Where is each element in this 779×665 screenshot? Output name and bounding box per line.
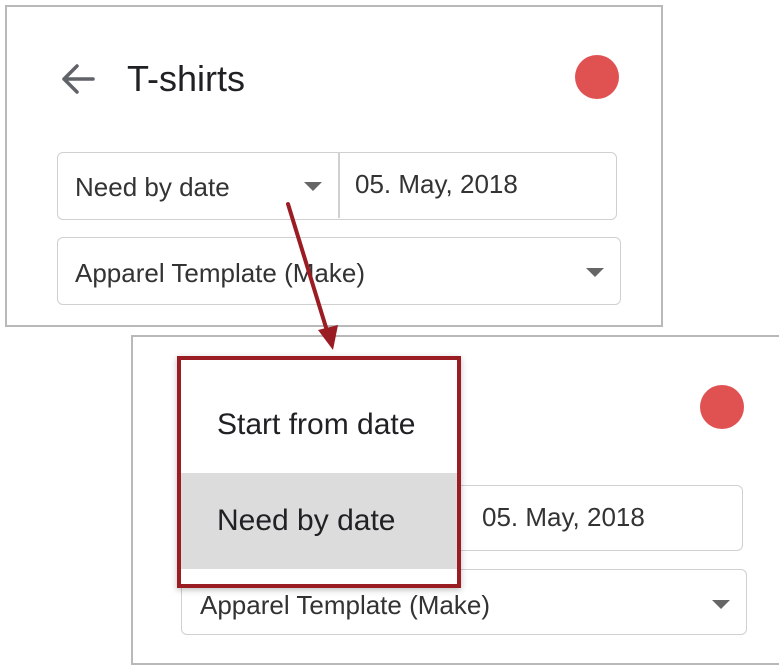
arrow-left-icon[interactable]	[57, 59, 99, 99]
page-title: T-shirts	[127, 58, 246, 99]
template-value: Apparel Template (Make)	[200, 590, 490, 620]
template-select[interactable]: Apparel Template (Make)	[57, 237, 621, 305]
status-dot	[575, 55, 619, 99]
chevron-down-icon[interactable]	[304, 182, 322, 191]
date-mode-value: Need by date	[75, 172, 230, 202]
date-mode-select[interactable]: Need by date 05. May, 2018	[57, 152, 617, 220]
status-dot	[700, 385, 744, 429]
template-value: Apparel Template (Make)	[75, 258, 365, 288]
menu-item-start-from-date[interactable]: Start from date	[181, 377, 457, 473]
date-field[interactable]: 05. May, 2018	[482, 502, 645, 532]
menu-item-need-by-date[interactable]: Need by date	[181, 473, 457, 569]
date-mode-dropdown-menu: Start from date Need by date	[177, 356, 461, 588]
chevron-down-icon[interactable]	[586, 268, 604, 277]
chevron-down-icon[interactable]	[712, 600, 730, 609]
field-divider	[338, 153, 340, 218]
date-field[interactable]: 05. May, 2018	[355, 169, 518, 199]
top-panel: T-shirts Need by date 05. May, 2018 Appa…	[5, 5, 663, 327]
